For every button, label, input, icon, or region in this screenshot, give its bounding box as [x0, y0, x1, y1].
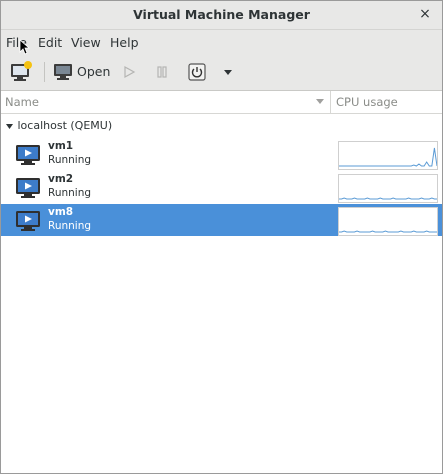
cpu-usage-sparkline [338, 207, 438, 236]
vm-status: Running [48, 154, 92, 166]
window-title: Virtual Machine Manager [133, 7, 310, 22]
vm-monitor-icon [16, 145, 40, 165]
mouse-cursor-icon [19, 39, 31, 55]
vm-name: vm2 [48, 173, 74, 185]
column-name[interactable]: Name [5, 95, 39, 109]
cpu-usage-sparkline [338, 141, 438, 170]
title-bar[interactable]: Virtual Machine Manager × [1, 1, 442, 30]
close-button[interactable]: × [416, 5, 434, 23]
open-button[interactable]: Open [53, 60, 111, 84]
vm-name: vm8 [48, 206, 74, 218]
vm-row[interactable]: vm8 Running [1, 204, 442, 236]
open-label: Open [77, 64, 111, 79]
menu-edit[interactable]: Edit [38, 35, 62, 50]
triangle-down-icon[interactable] [5, 122, 14, 131]
vm-status: Running [48, 187, 92, 199]
new-vm-button[interactable] [9, 60, 33, 84]
shutdown-menu-button[interactable] [220, 60, 236, 84]
connection-row[interactable]: localhost (QEMU) [5, 119, 112, 132]
new-vm-icon [11, 61, 32, 81]
monitor-icon [54, 64, 72, 80]
cpu-usage-line [339, 230, 437, 233]
pause-button[interactable] [153, 60, 171, 84]
vm-monitor-icon [16, 211, 40, 231]
pause-icon [157, 66, 167, 78]
cpu-usage-line [339, 147, 437, 167]
column-header: Name CPU usage [1, 91, 442, 114]
main-window: Virtual Machine Manager × File Edit View… [0, 0, 443, 474]
connection-label: localhost (QEMU) [17, 119, 113, 132]
column-divider[interactable] [330, 91, 331, 113]
vm-name: vm1 [48, 140, 74, 152]
column-cpu-usage[interactable]: CPU usage [336, 95, 398, 109]
shutdown-button[interactable] [186, 60, 208, 84]
cpu-usage-line [339, 197, 437, 200]
menu-bar: File Edit View Help [1, 30, 442, 54]
vm-row[interactable]: vm2 Running [1, 171, 442, 203]
sort-arrow-icon [316, 99, 324, 104]
toolbar-separator [44, 62, 45, 82]
power-icon [188, 63, 206, 81]
menu-view[interactable]: View [71, 35, 101, 50]
toolbar: Open [1, 54, 442, 91]
vm-status: Running [48, 220, 92, 232]
vm-row[interactable]: vm1 Running [1, 138, 442, 170]
run-button[interactable] [120, 60, 138, 84]
menu-help[interactable]: Help [110, 35, 139, 50]
cpu-usage-sparkline [338, 174, 438, 203]
chevron-down-icon [224, 70, 232, 75]
vm-monitor-icon [16, 178, 40, 198]
play-icon [124, 65, 136, 79]
